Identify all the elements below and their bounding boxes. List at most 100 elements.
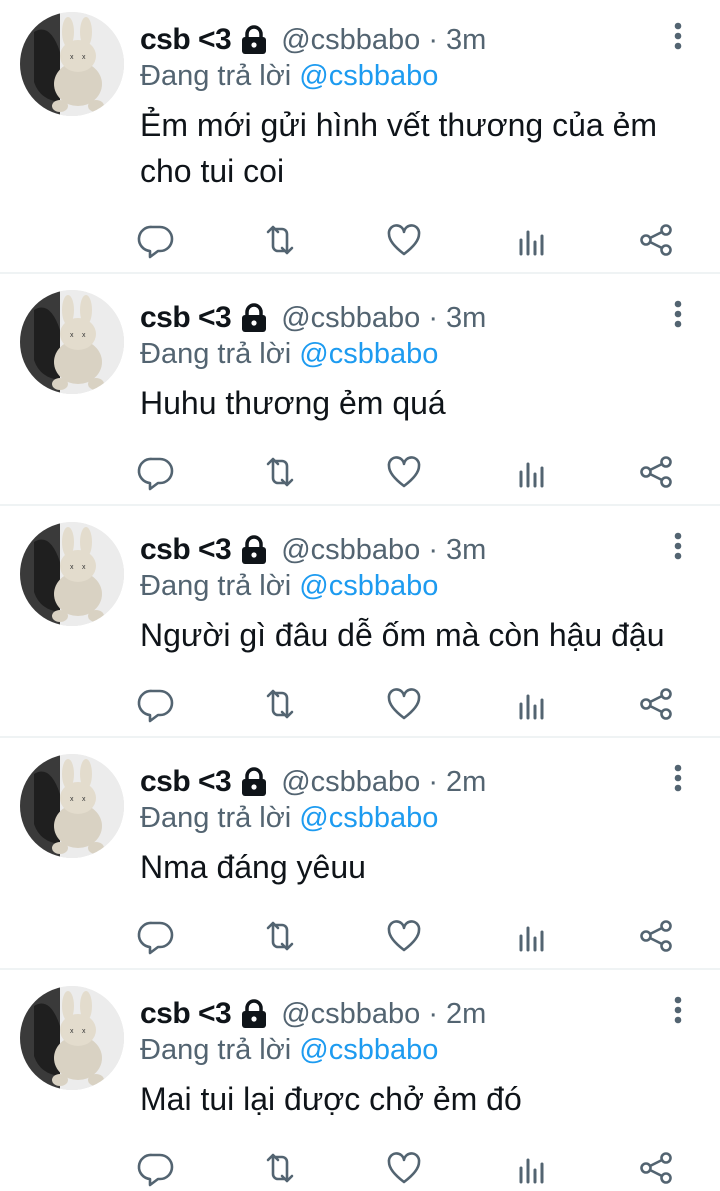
analytics-icon[interactable]: [510, 1146, 554, 1190]
avatar[interactable]: xx: [20, 290, 124, 394]
divider: [0, 968, 720, 970]
retweet-icon[interactable]: [258, 914, 302, 958]
more-vertical-icon[interactable]: [666, 992, 690, 1032]
action-bar: [130, 1146, 690, 1190]
svg-text:x: x: [70, 54, 74, 61]
action-bar: [130, 218, 690, 262]
lock-icon: [239, 24, 269, 56]
replying-to-label: Đang trả lời: [140, 802, 292, 834]
svg-text:x: x: [82, 54, 86, 61]
heart-icon[interactable]: [382, 914, 426, 958]
avatar[interactable]: xx: [20, 754, 124, 858]
lock-icon: [239, 302, 269, 334]
avatar[interactable]: xx: [20, 986, 124, 1090]
more-vertical-icon[interactable]: [666, 18, 690, 58]
more-vertical-icon[interactable]: [666, 760, 690, 800]
tweet-header: csb <3 @csbbabo · 3m: [140, 298, 486, 338]
heart-icon[interactable]: [382, 682, 426, 726]
heart-icon[interactable]: [382, 218, 426, 262]
reply-icon[interactable]: [134, 450, 178, 494]
more-vertical-icon[interactable]: [666, 528, 690, 568]
share-icon[interactable]: [634, 450, 678, 494]
separator: ·: [428, 997, 438, 1030]
reply-icon[interactable]: [134, 682, 178, 726]
svg-text:x: x: [82, 1028, 86, 1035]
display-name[interactable]: csb <3: [140, 765, 232, 799]
replying-to: Đang trả lời @csbbabo: [140, 338, 438, 374]
separator: ·: [428, 533, 438, 566]
tweet-header: csb <3 @csbbabo · 3m: [140, 530, 486, 570]
retweet-icon[interactable]: [258, 218, 302, 262]
retweet-icon[interactable]: [258, 1146, 302, 1190]
replying-to: Đang trả lời @csbbabo: [140, 60, 438, 96]
replying-to-label: Đang trả lời: [140, 338, 292, 370]
timestamp[interactable]: 2m: [446, 998, 486, 1031]
retweet-icon[interactable]: [258, 682, 302, 726]
avatar[interactable]: xx: [20, 12, 124, 116]
analytics-icon[interactable]: [510, 682, 554, 726]
handle[interactable]: @csbbabo: [281, 24, 420, 57]
heart-icon[interactable]: [382, 1146, 426, 1190]
analytics-icon[interactable]: [510, 914, 554, 958]
tweet-text: Người gì đâu dễ ốm mà còn hậu đậu: [140, 617, 665, 653]
share-icon[interactable]: [634, 914, 678, 958]
action-bar: [130, 682, 690, 726]
heart-icon[interactable]: [382, 450, 426, 494]
lock-icon: [239, 534, 269, 566]
tweet-text: Huhu thương ẻm quá: [140, 385, 446, 421]
share-icon[interactable]: [634, 1146, 678, 1190]
more-vertical-icon[interactable]: [666, 296, 690, 336]
svg-text:x: x: [82, 796, 86, 803]
tweet[interactable]: xx csb <3 @csbbabo · 2m Đang trả lời @cs…: [0, 742, 720, 968]
replying-to: Đang trả lời @csbbabo: [140, 570, 438, 606]
action-bar: [130, 450, 690, 494]
tweet[interactable]: xx csb <3 @csbbabo · 2m Đang trả lời @cs…: [0, 974, 720, 1191]
display-name[interactable]: csb <3: [140, 533, 232, 567]
reply-mention-link[interactable]: @csbbabo: [299, 802, 438, 834]
avatar[interactable]: xx: [20, 522, 124, 626]
svg-text:x: x: [82, 332, 86, 339]
display-name[interactable]: csb <3: [140, 23, 232, 57]
tweet-text: Mai tui lại được chở ẻm đó: [140, 1081, 522, 1117]
svg-text:x: x: [82, 564, 86, 571]
analytics-icon[interactable]: [510, 450, 554, 494]
reply-icon[interactable]: [134, 1146, 178, 1190]
reply-mention-link[interactable]: @csbbabo: [299, 338, 438, 370]
timestamp[interactable]: 3m: [446, 534, 486, 567]
tweet-text: Nma đáng yêuu: [140, 849, 366, 885]
tweet-header: csb <3 @csbbabo · 3m: [140, 20, 486, 60]
tweet[interactable]: xx csb <3 @csbbabo · 3m Đang trả lời @cs…: [0, 510, 720, 736]
handle[interactable]: @csbbabo: [281, 766, 420, 799]
lock-icon: [239, 998, 269, 1030]
handle[interactable]: @csbbabo: [281, 302, 420, 335]
timestamp[interactable]: 2m: [446, 766, 486, 799]
share-icon[interactable]: [634, 218, 678, 262]
tweet-header: csb <3 @csbbabo · 2m: [140, 994, 486, 1034]
reply-mention-link[interactable]: @csbbabo: [299, 60, 438, 92]
divider: [0, 272, 720, 274]
tweet-header: csb <3 @csbbabo · 2m: [140, 762, 486, 802]
svg-text:x: x: [70, 564, 74, 571]
handle[interactable]: @csbbabo: [281, 998, 420, 1031]
tweet[interactable]: xx csb <3 @csbbabo · 3m Đang trả lời @cs…: [0, 278, 720, 504]
display-name[interactable]: csb <3: [140, 301, 232, 335]
action-bar: [130, 914, 690, 958]
tweet[interactable]: xx csb <3 @csbbabo · 3m Đang trả lời @cs…: [0, 0, 720, 272]
reply-mention-link[interactable]: @csbbabo: [299, 1034, 438, 1066]
reply-icon[interactable]: [134, 914, 178, 958]
replying-to: Đang trả lời @csbbabo: [140, 1034, 438, 1070]
handle[interactable]: @csbbabo: [281, 534, 420, 567]
separator: ·: [428, 301, 438, 334]
display-name[interactable]: csb <3: [140, 997, 232, 1031]
timestamp[interactable]: 3m: [446, 24, 486, 57]
share-icon[interactable]: [634, 682, 678, 726]
analytics-icon[interactable]: [510, 218, 554, 262]
lock-icon: [239, 766, 269, 798]
retweet-icon[interactable]: [258, 450, 302, 494]
separator: ·: [428, 765, 438, 798]
divider: [0, 504, 720, 506]
reply-icon[interactable]: [134, 218, 178, 262]
timestamp[interactable]: 3m: [446, 302, 486, 335]
svg-text:x: x: [70, 796, 74, 803]
reply-mention-link[interactable]: @csbbabo: [299, 570, 438, 602]
